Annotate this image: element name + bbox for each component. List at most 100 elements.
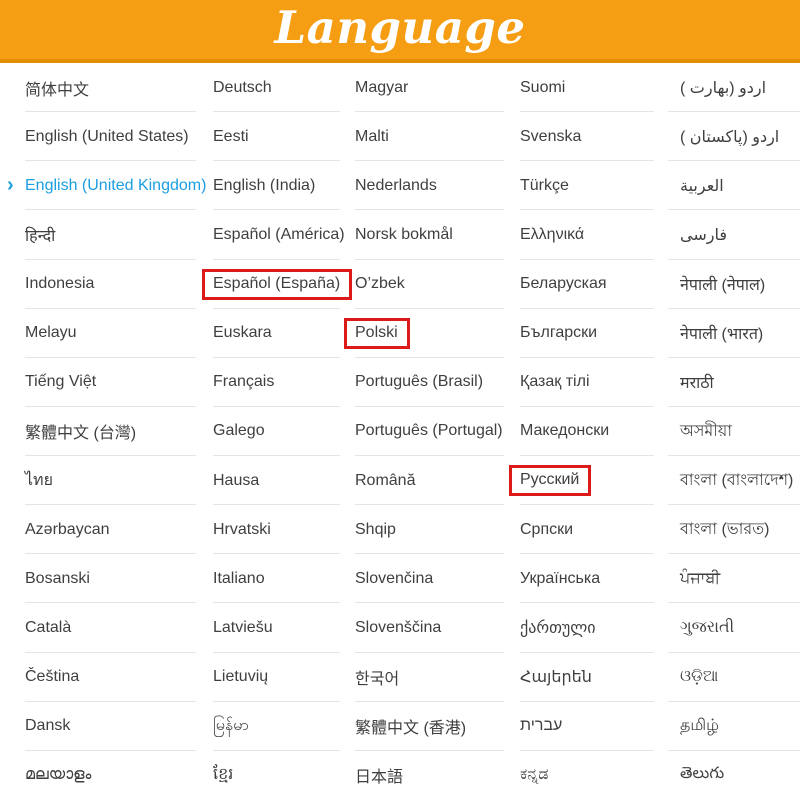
language-item[interactable]: Српски <box>510 505 662 554</box>
language-item-label: 繁體中文 (台灣) <box>25 419 136 443</box>
language-item[interactable]: العربية <box>662 161 800 210</box>
language-item[interactable]: Latviešu <box>202 603 345 652</box>
language-item[interactable]: Magyar <box>345 63 510 112</box>
language-item[interactable]: Italiano <box>202 554 345 603</box>
language-item[interactable]: मराठी <box>662 358 800 407</box>
language-item[interactable]: Nederlands <box>345 161 510 210</box>
language-item[interactable]: Euskara <box>202 309 345 358</box>
language-item[interactable]: বাংলা (ভারত) <box>662 505 800 554</box>
language-item[interactable]: ខ្មែរ <box>202 751 345 800</box>
language-item[interactable]: 한국어 <box>345 653 510 702</box>
language-item-label: Slovenščina <box>355 619 441 637</box>
language-item[interactable]: ქართული <box>510 603 662 652</box>
language-item[interactable]: Dansk <box>0 702 202 751</box>
language-item-label: Euskara <box>213 324 272 342</box>
language-item-label: Dansk <box>25 717 70 735</box>
language-item[interactable]: ಕನ್ನಡ <box>510 751 662 800</box>
language-item-label: Հայերեն <box>520 667 592 687</box>
language-column: DeutschEestiEnglish (India) Español (Amér… <box>202 63 345 800</box>
language-item[interactable]: Shqip <box>345 505 510 554</box>
language-item[interactable]: नेपाली (भारत) <box>662 309 800 358</box>
language-item[interactable]: Azərbaycan <box>0 505 202 554</box>
language-item[interactable]: Español (América) <box>202 210 345 259</box>
language-item[interactable]: Čeština <box>0 653 202 702</box>
language-item[interactable]: עברית <box>510 702 662 751</box>
language-item-label: ગુજરાતી <box>680 619 734 637</box>
language-item[interactable]: Indonesia <box>0 260 202 309</box>
language-item[interactable]: తెలుగు <box>662 751 800 800</box>
language-item[interactable]: Slovenščina <box>345 603 510 652</box>
language-item[interactable]: English (India) <box>202 161 345 210</box>
language-item[interactable]: ›English (United Kingdom) <box>0 161 202 210</box>
language-item[interactable]: Malti <box>345 112 510 161</box>
chevron-right-icon: › <box>7 175 14 195</box>
language-item[interactable]: Қазақ тілі <box>510 358 662 407</box>
language-grid: 简体中文English (United States)›English (Uni… <box>0 63 800 800</box>
language-item[interactable]: Svenska <box>510 112 662 161</box>
language-item[interactable]: Bosanski <box>0 554 202 603</box>
language-item[interactable]: 繁體中文 (台灣) <box>0 407 202 456</box>
language-item-label: Қазақ тілі <box>520 373 590 391</box>
language-item[interactable]: Galego <box>202 407 345 456</box>
language-item-label: Tiếng Việt <box>25 373 96 391</box>
language-item[interactable]: اردو (بهارت ) <box>662 63 800 112</box>
language-item[interactable]: Հայերեն <box>510 653 662 702</box>
language-item-label: 繁體中文 (香港) <box>355 714 466 738</box>
language-item[interactable]: नेपाली (नेपाल) <box>662 260 800 309</box>
page-title: Language <box>275 5 526 54</box>
language-item[interactable]: فارسی <box>662 210 800 259</box>
language-item[interactable]: অসমীয়া <box>662 407 800 456</box>
language-item[interactable]: ไทย <box>0 456 202 505</box>
language-item[interactable]: Español (España) <box>202 260 345 309</box>
language-item[interactable]: हिन्दी <box>0 210 202 259</box>
language-item[interactable]: Tiếng Việt <box>0 358 202 407</box>
language-item[interactable]: Ελληνικά <box>510 210 662 259</box>
language-item[interactable]: 简体中文 <box>0 63 202 112</box>
language-item[interactable]: বাংলা (বাংলাদেশ) <box>662 456 800 505</box>
language-item[interactable]: 日本語 <box>345 751 510 800</box>
language-item[interactable]: ଓଡ଼ିଆ <box>662 653 800 702</box>
language-item[interactable]: English (United States) <box>0 112 202 161</box>
language-item[interactable]: Français <box>202 358 345 407</box>
language-item[interactable]: Hrvatski <box>202 505 345 554</box>
language-item[interactable]: ਪੰਜਾਬੀ <box>662 554 800 603</box>
language-item[interactable]: Português (Brasil) <box>345 358 510 407</box>
language-item-label: Latviešu <box>213 619 273 637</box>
language-item[interactable]: 繁體中文 (香港) <box>345 702 510 751</box>
language-item-label: മലയാളം <box>25 766 91 784</box>
language-item[interactable]: Română <box>345 456 510 505</box>
language-item[interactable]: Беларуская <box>510 260 662 309</box>
language-item[interactable]: Български <box>510 309 662 358</box>
language-column: MagyarMaltiNederlandsNorsk bokmålO’zbekP… <box>345 63 510 800</box>
language-item-label: Español (América) <box>213 226 345 244</box>
language-item-label: Hrvatski <box>213 521 271 539</box>
language-item[interactable]: Türkçe <box>510 161 662 210</box>
language-item[interactable]: Polski <box>345 309 510 358</box>
language-item[interactable]: Русский <box>510 456 662 505</box>
language-item-label: اردو (بهارت ) <box>680 78 766 98</box>
language-item[interactable]: Македонски <box>510 407 662 456</box>
language-item[interactable]: Suomi <box>510 63 662 112</box>
language-item-label: 日本語 <box>355 763 403 787</box>
language-item-label: Українська <box>520 570 600 588</box>
language-item-label: 한국어 <box>355 665 399 689</box>
language-item[interactable]: اردو (پاکستان ) <box>662 112 800 161</box>
language-item[interactable]: မြန်မာ <box>202 702 345 751</box>
language-item[interactable]: O’zbek <box>345 260 510 309</box>
language-item-label: मराठी <box>680 371 714 393</box>
language-item[interactable]: ગુજરાતી <box>662 603 800 652</box>
language-item[interactable]: Slovenčina <box>345 554 510 603</box>
language-item[interactable]: Українська <box>510 554 662 603</box>
language-item[interactable]: Lietuvių <box>202 653 345 702</box>
language-item-label: Català <box>25 619 71 637</box>
language-item[interactable]: Português (Portugal) <box>345 407 510 456</box>
language-item[interactable]: Melayu <box>0 309 202 358</box>
language-item[interactable]: മലയാളം <box>0 751 202 800</box>
language-item[interactable]: Deutsch <box>202 63 345 112</box>
language-item[interactable]: Norsk bokmål <box>345 210 510 259</box>
language-item[interactable]: Eesti <box>202 112 345 161</box>
header: Language <box>0 0 800 63</box>
language-item[interactable]: Català <box>0 603 202 652</box>
language-item[interactable]: Hausa <box>202 456 345 505</box>
language-item[interactable]: தமிழ் <box>662 702 800 751</box>
